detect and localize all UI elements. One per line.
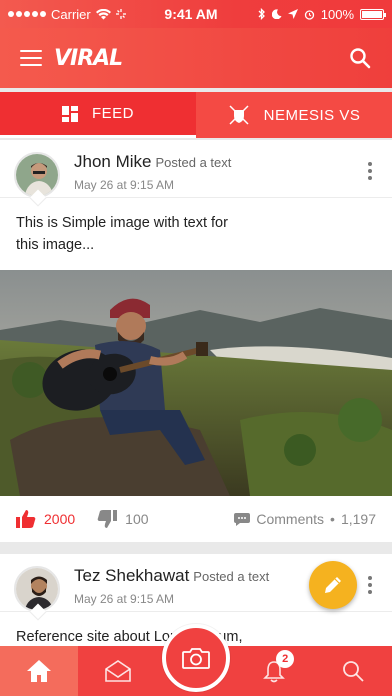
tab-feed-label: FEED [91,105,134,122]
notification-badge: 2 [276,650,295,668]
nav-search[interactable] [314,646,392,696]
camera-button[interactable] [162,624,230,692]
home-icon [27,660,52,682]
battery-percent: 100% [320,6,354,22]
comments-button[interactable]: Comments • 1,197 [234,511,376,527]
more-options-icon[interactable] [368,162,374,180]
moon-icon [271,9,282,19]
shield-swords-icon [229,105,249,125]
search-icon [342,661,364,682]
post-action: Posted a text [193,569,270,584]
post-image[interactable] [0,270,392,496]
thumbs-up-icon [16,510,36,528]
tab-nemesis-vs[interactable]: NEMESIS VS [196,92,392,138]
like-count: 2000 [44,511,76,527]
comment-icon [234,513,251,526]
battery-icon [360,8,386,20]
app-logo: VIRAL [54,45,123,71]
author-name[interactable]: Tez Shekhawat [74,566,189,585]
carrier-label: Carrier [51,6,91,22]
app-header: VIRAL [0,28,392,88]
like-button[interactable]: 2000 [16,510,75,528]
thumbs-down-icon [97,510,118,528]
location-icon [287,9,298,19]
search-icon[interactable] [348,46,372,70]
dislike-button[interactable]: 100 [97,510,149,528]
bluetooth-icon [258,8,265,20]
clock: 9:41 AM [164,6,218,22]
post-date: May 26 at 9:15 AM [74,178,175,192]
tab-feed[interactable]: FEED [0,92,196,138]
post-card: Jhon Mike Posted a text May 26 at 9:15 AM… [0,140,392,542]
status-bar: Carrier 9:41 AM 100% [0,0,392,28]
pencil-icon [325,577,341,593]
nav-messages[interactable] [78,646,156,696]
post-header: Jhon Mike Posted a text May 26 at 9:15 AM [0,140,392,207]
activity-icon [115,9,126,19]
comments-label: Comments [256,511,325,527]
dislike-count: 100 [125,511,149,527]
mail-icon [104,660,131,682]
signal-icon [8,11,46,17]
author-name[interactable]: Jhon Mike [74,152,151,171]
post-actions: 2000 100 Comments • 1,197 [0,496,392,542]
wifi-icon [95,8,111,19]
compose-fab[interactable] [309,561,357,609]
post-text: This is Simple image with text for this … [16,215,228,253]
nav-home[interactable] [0,646,79,696]
bullet: • [330,511,335,527]
tab-bar: FEED NEMESIS VS [0,92,392,138]
tab-nemesis-label: NEMESIS VS [263,106,361,124]
more-options-icon[interactable] [368,576,374,594]
comments-count: 1,197 [340,511,376,527]
post-action: Posted a text [155,155,232,170]
alarm-icon [304,9,314,20]
grid-icon [61,105,78,122]
camera-icon [182,648,210,669]
nav-notifications[interactable]: 2 [235,646,313,696]
menu-icon[interactable] [20,50,42,66]
